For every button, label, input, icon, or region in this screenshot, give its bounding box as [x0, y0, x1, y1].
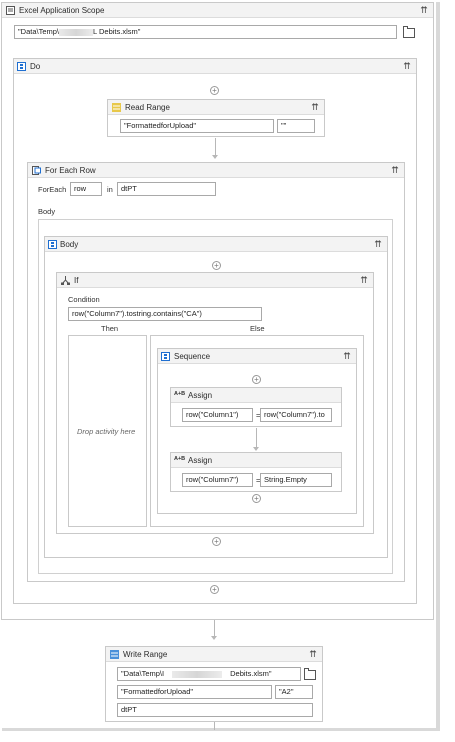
body-header[interactable]: Body ⇈	[45, 237, 387, 252]
write-range-title: Write Range	[123, 650, 168, 659]
condition-field[interactable]: row("Column7").tostring.contains("CA")	[68, 307, 262, 321]
read-range-activity[interactable]: Read Range ⇈ "FormattedforUpload" ""	[107, 99, 325, 137]
assign-value-field[interactable]: row("Column7").to	[260, 408, 332, 422]
connector-line	[256, 428, 257, 448]
drop-activity-hint: Drop activity here	[77, 427, 136, 436]
write-range-icon	[110, 650, 119, 659]
write-range-datatable-field[interactable]: dtPT	[117, 703, 313, 717]
read-range-header[interactable]: Read Range ⇈	[108, 100, 324, 115]
sequence-header[interactable]: Sequence ⇈	[158, 349, 356, 364]
excel-scope-icon	[6, 6, 15, 15]
connector-line	[214, 620, 215, 637]
read-range-icon	[112, 103, 121, 112]
workbook-path-prefix: "Data\Temp\	[18, 27, 60, 36]
then-drop-area[interactable]: Drop activity here	[68, 335, 147, 527]
collapse-chevron-icon[interactable]: ⇈	[359, 275, 369, 285]
excel-scope-header[interactable]: Excel Application Scope ⇈	[2, 3, 433, 18]
collapse-chevron-icon[interactable]: ⇈	[373, 239, 383, 249]
write-range-start-field[interactable]: "A2"	[275, 685, 313, 699]
foreach-label: ForEach	[38, 185, 67, 194]
body-drop-area[interactable]: Body ⇈ + If ⇈ Condition row("Column7").t…	[38, 219, 393, 574]
sequence-icon	[17, 62, 26, 71]
connector-line	[214, 722, 215, 730]
write-path-prefix: "Data\Temp\I	[121, 669, 165, 678]
else-label: Else	[250, 324, 265, 333]
foreach-item-field[interactable]: row	[70, 182, 102, 196]
body-label: Body	[38, 207, 56, 216]
sequence-title: Sequence	[174, 352, 211, 361]
collapse-chevron-icon[interactable]: ⇈	[310, 102, 320, 112]
add-activity-plus-icon[interactable]: +	[210, 86, 219, 95]
assign-title: Assign	[188, 391, 213, 400]
then-label: Then	[101, 324, 119, 333]
read-range-title: Read Range	[125, 103, 170, 112]
assign-activity[interactable]: A+B Assign row("Column1") = row("Column7…	[170, 387, 342, 427]
if-title: If	[74, 276, 79, 285]
collapse-chevron-icon[interactable]: ⇈	[342, 351, 352, 361]
assign-to-field[interactable]: row("Column7")	[182, 473, 253, 487]
in-label: in	[107, 185, 113, 194]
add-activity-plus-icon[interactable]: +	[212, 261, 221, 270]
collapse-chevron-icon[interactable]: ⇈	[308, 649, 318, 659]
connector-arrow	[211, 636, 217, 640]
write-range-path-field[interactable]: "Data\Temp\I Debits.xlsm"	[117, 667, 301, 681]
excel-application-scope[interactable]: Excel Application Scope ⇈ "Data\Temp\ L D…	[1, 2, 434, 620]
assign-title: Assign	[188, 456, 213, 465]
foreach-collection-field[interactable]: dtPT	[117, 182, 216, 196]
read-range-range-field[interactable]: ""	[277, 119, 315, 133]
connector-arrow	[253, 447, 259, 451]
body-sequence[interactable]: Body ⇈ + If ⇈ Condition row("Column7").t…	[44, 236, 388, 558]
connector-arrow	[212, 155, 218, 159]
read-range-sheet-field[interactable]: "FormattedforUpload"	[120, 119, 274, 133]
browse-folder-icon[interactable]	[403, 26, 415, 38]
write-range-activity[interactable]: Write Range ⇈ "Data\Temp\I Debits.xlsm" "…	[105, 646, 323, 722]
workbook-path-field[interactable]: "Data\Temp\ L Debits.xlsm"	[14, 25, 397, 39]
write-path-suffix: Debits.xlsm"	[230, 669, 272, 678]
assign-value-field[interactable]: String.Empty	[260, 473, 332, 487]
sequence-icon	[48, 240, 57, 249]
condition-label: Condition	[68, 295, 100, 304]
excel-scope-title: Excel Application Scope	[19, 6, 105, 15]
workbook-path-suffix: L Debits.xlsm"	[93, 27, 141, 36]
write-range-header[interactable]: Write Range ⇈	[106, 647, 322, 662]
write-range-sheet-field[interactable]: "FormattedforUpload"	[117, 685, 272, 699]
assign-header[interactable]: A+B Assign	[171, 453, 341, 468]
if-header[interactable]: If ⇈	[57, 273, 373, 288]
add-activity-plus-icon[interactable]: +	[210, 585, 219, 594]
add-activity-plus-icon[interactable]: +	[212, 537, 221, 546]
browse-folder-icon[interactable]	[304, 668, 316, 680]
do-sequence[interactable]: Do ⇈ + Read Range ⇈ "FormattedforUpload"…	[13, 58, 417, 604]
assign-to-field[interactable]: row("Column1")	[182, 408, 253, 422]
add-activity-plus-icon[interactable]: +	[252, 494, 261, 503]
redacted-path-segment	[59, 28, 94, 36]
if-branch-icon	[61, 276, 70, 285]
do-header[interactable]: Do ⇈	[14, 59, 416, 74]
body-title: Body	[60, 240, 79, 249]
connector-line	[215, 138, 216, 156]
add-activity-plus-icon[interactable]: +	[252, 375, 261, 384]
sequence-activity[interactable]: Sequence ⇈ + A+B Assign row("Column1") =…	[157, 348, 357, 514]
sequence-icon	[161, 352, 170, 361]
else-drop-area[interactable]: Sequence ⇈ + A+B Assign row("Column1") =…	[150, 335, 364, 527]
collapse-chevron-icon[interactable]: ⇈	[390, 165, 400, 175]
assign-activity[interactable]: A+B Assign row("Column7") = String.Empty	[170, 452, 342, 492]
for-each-header[interactable]: For Each Row ⇈	[28, 163, 404, 178]
assign-icon: A+B	[174, 456, 186, 462]
for-each-row-activity[interactable]: For Each Row ⇈ ForEach row in dtPT Body …	[27, 162, 405, 582]
collapse-chevron-icon[interactable]: ⇈	[402, 61, 412, 71]
do-title: Do	[30, 62, 41, 71]
assign-icon: A+B	[174, 391, 186, 397]
for-each-icon	[32, 166, 41, 175]
assign-header[interactable]: A+B Assign	[171, 388, 341, 403]
for-each-title: For Each Row	[45, 166, 96, 175]
collapse-chevron-icon[interactable]: ⇈	[419, 5, 429, 15]
if-activity[interactable]: If ⇈ Condition row("Column7").tostring.c…	[56, 272, 374, 534]
redacted-path-segment	[172, 670, 223, 678]
